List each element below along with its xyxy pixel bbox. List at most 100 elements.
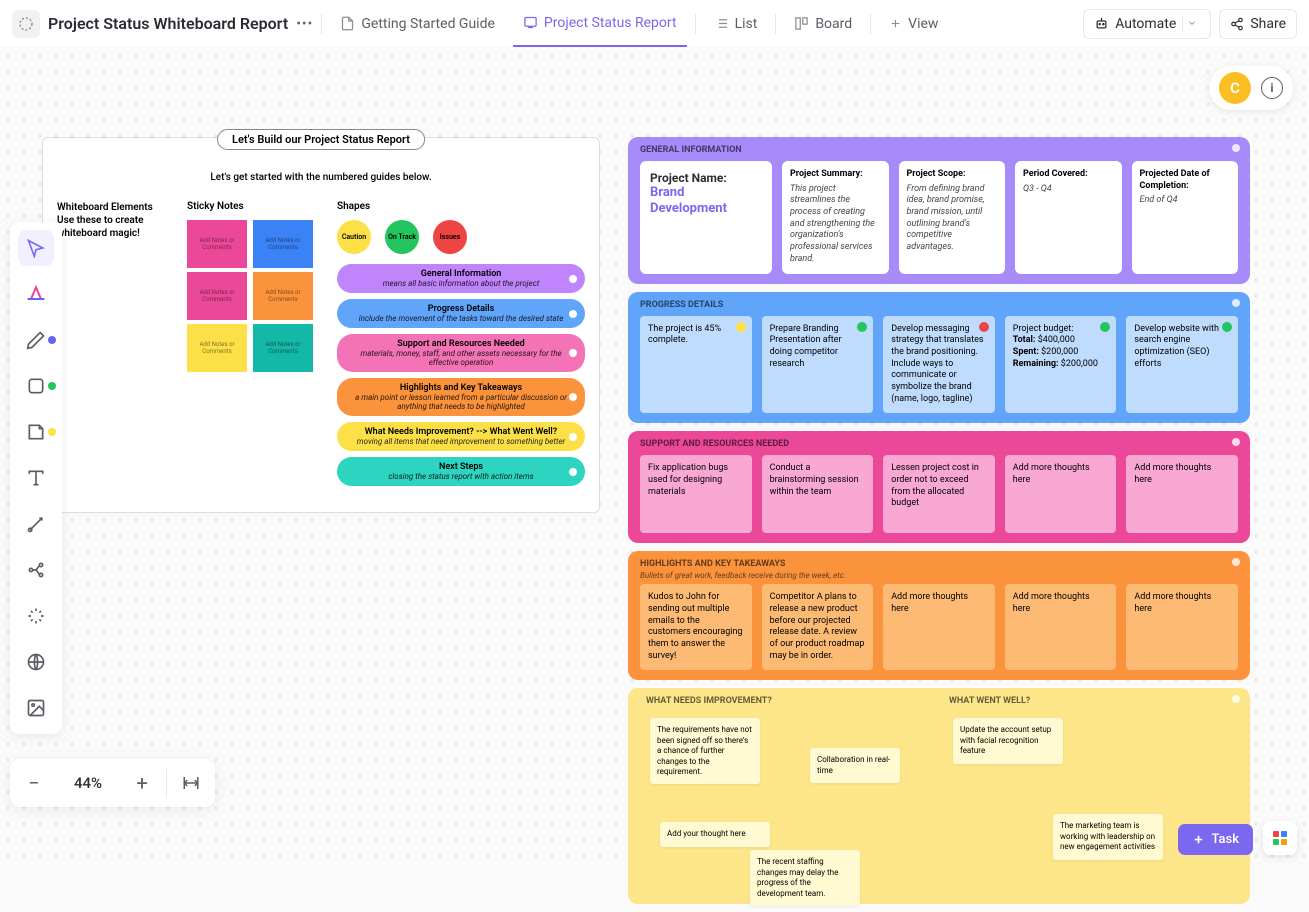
info-icon[interactable]: i [1261, 77, 1283, 99]
guide-subtitle: Let's get started with the numbered guid… [43, 172, 599, 183]
period-card[interactable]: Period Covered:Q3 - Q4 [1015, 161, 1122, 274]
plus-icon [889, 17, 902, 30]
caution-circle[interactable]: Caution [337, 220, 371, 254]
doc-icon [12, 10, 40, 38]
highlight-note[interactable]: Add more thoughts here [1005, 584, 1117, 670]
sticky-sample[interactable]: Add Notes or Comments [253, 272, 313, 320]
improve-note[interactable]: Add your thought here [660, 822, 770, 846]
legend-pill[interactable]: Progress Detailsinclude the movement of … [337, 299, 585, 328]
ai-tool[interactable] [18, 276, 54, 312]
share-icon [1230, 17, 1244, 31]
support-note[interactable]: Fix application bugs used for designing … [640, 455, 752, 533]
section-support[interactable]: SUPPORT AND RESOURCES NEEDED Fix applica… [628, 431, 1250, 543]
select-tool[interactable] [18, 230, 54, 266]
list-icon [714, 16, 729, 31]
guide-col1: Whiteboard Elements Use these to create … [57, 201, 167, 492]
app-header: Project Status Whiteboard Report ••• Get… [0, 0, 1309, 47]
section-general[interactable]: GENERAL INFORMATION Project Name: Brand … [628, 137, 1250, 284]
automate-button[interactable]: Automate [1083, 9, 1211, 39]
highlight-note[interactable]: Add more thoughts here [1126, 584, 1238, 670]
guide-panel[interactable]: Let's Build our Project Status Report Le… [42, 137, 600, 513]
legend-pill[interactable]: Highlights and Key Takeawaysa main point… [337, 378, 585, 416]
zoom-in-button[interactable]: + [118, 759, 166, 807]
support-note[interactable]: Conduct a brainstorming session within t… [762, 455, 874, 533]
highlight-note[interactable]: Add more thoughts here [883, 584, 995, 670]
zoom-out-button[interactable]: − [10, 759, 58, 807]
section-header: WHAT WENT WELL? [943, 694, 1238, 708]
chevron-down-icon[interactable] [1182, 16, 1200, 32]
improve-note[interactable]: The recent staffing changes may delay th… [750, 850, 860, 906]
legend-pill[interactable]: Next Stepsclosing the status report with… [337, 457, 585, 486]
whiteboard-canvas[interactable]: Let's Build our Project Status Report Le… [0, 47, 1309, 867]
section-improve[interactable]: WHAT NEEDS IMPROVEMENT? The requirements… [628, 688, 1250, 904]
apps-icon [1273, 831, 1287, 845]
user-info-pill: C i [1209, 66, 1293, 110]
progress-note[interactable]: Develop website with search engine optim… [1126, 316, 1238, 414]
project-name-card[interactable]: Project Name: Brand Development [640, 161, 772, 274]
ontrack-circle[interactable]: On Track [385, 220, 419, 254]
more-icon[interactable]: ••• [296, 16, 313, 32]
image-tool[interactable] [18, 690, 54, 726]
section-header: WHAT NEEDS IMPROVEMENT? [640, 694, 935, 708]
fit-width-button[interactable] [167, 759, 215, 807]
tab-list[interactable]: List [704, 0, 768, 47]
share-button[interactable]: Share [1219, 9, 1297, 39]
support-note[interactable]: Add more thoughts here [1005, 455, 1117, 533]
tab-getting-started[interactable]: Getting Started Guide [330, 0, 505, 47]
web-tool[interactable] [18, 644, 54, 680]
legend-pill[interactable]: What Needs Improvement? --> What Went We… [337, 422, 585, 451]
improve-note[interactable]: The requirements have not been signed of… [650, 718, 760, 784]
sticky-sample[interactable]: Add Notes or Comments [253, 324, 313, 372]
task-button[interactable]: Task [1178, 824, 1253, 855]
date-card[interactable]: Projected Date of Completion:End of Q4 [1132, 161, 1239, 274]
pen-tool[interactable] [18, 322, 54, 358]
tab-project-status[interactable]: Project Status Report [513, 0, 687, 47]
guide-title: Let's Build our Project Status Report [217, 129, 425, 150]
robot-icon [1094, 16, 1109, 31]
apps-button[interactable] [1263, 821, 1297, 855]
progress-note[interactable]: Project budget: Total: $400,000 Spent: $… [1005, 316, 1117, 414]
section-header: HIGHLIGHTS AND KEY TAKEAWAYS [634, 557, 1244, 571]
board-icon [794, 16, 809, 31]
zoom-value: 44% [58, 774, 118, 792]
sparkle-tool[interactable] [18, 598, 54, 634]
section-highlights[interactable]: HIGHLIGHTS AND KEY TAKEAWAYS Bullets of … [628, 551, 1250, 680]
avatar[interactable]: C [1219, 72, 1251, 104]
improve-note[interactable]: Collaboration in real-time [810, 748, 900, 783]
zoom-control: − 44% + [10, 759, 215, 807]
sticky-sample[interactable]: Add Notes or Comments [253, 220, 313, 268]
progress-note[interactable]: Prepare Branding Presentation after doin… [762, 316, 874, 414]
page-title: Project Status Whiteboard Report [48, 14, 288, 33]
sticky-tool[interactable] [18, 414, 54, 450]
whiteboard-icon [523, 15, 538, 30]
sticky-sample[interactable]: Add Notes or Comments [187, 272, 247, 320]
connector-tool[interactable] [18, 506, 54, 542]
legend-pill[interactable]: General Informationmeans all basic infor… [337, 264, 585, 293]
highlight-note[interactable]: Kudos to John for sending out multiple e… [640, 584, 752, 670]
status-report[interactable]: GENERAL INFORMATION Project Name: Brand … [628, 137, 1250, 912]
sticky-sample[interactable]: Add Notes or Comments [187, 220, 247, 268]
sticky-sample[interactable]: Add Notes or Comments [187, 324, 247, 372]
progress-note[interactable]: Develop messaging strategy that translat… [883, 316, 995, 414]
wentwell-note[interactable]: The marketing team is working with leade… [1053, 814, 1163, 859]
support-note[interactable]: Lessen project cost in order not to exce… [883, 455, 995, 533]
whiteboard-toolbar [10, 222, 62, 734]
wentwell-note[interactable]: Update the account setup with facial rec… [953, 718, 1063, 763]
section-progress[interactable]: PROGRESS DETAILS The project is 45% comp… [628, 292, 1250, 424]
legend-pill[interactable]: Support and Resources Neededmaterials, m… [337, 334, 585, 372]
issues-circle[interactable]: Issues [433, 220, 467, 254]
section-header: PROGRESS DETAILS [634, 298, 1244, 312]
doc-icon [340, 16, 355, 31]
support-note[interactable]: Add more thoughts here [1126, 455, 1238, 533]
summary-card[interactable]: Project Summary:This project streamlines… [782, 161, 889, 274]
highlight-note[interactable]: Competitor A plans to release a new prod… [762, 584, 874, 670]
scope-card[interactable]: Project Scope:From defining brand idea, … [899, 161, 1006, 274]
link-tool[interactable] [18, 552, 54, 588]
sticky-heading: Sticky Notes [187, 201, 317, 212]
shape-tool[interactable] [18, 368, 54, 404]
section-sub: Bullets of great work, feedback receive … [634, 571, 1244, 580]
text-tool[interactable] [18, 460, 54, 496]
tab-board[interactable]: Board [784, 0, 862, 47]
add-view[interactable]: View [879, 0, 948, 47]
progress-note[interactable]: The project is 45% complete. [640, 316, 752, 414]
